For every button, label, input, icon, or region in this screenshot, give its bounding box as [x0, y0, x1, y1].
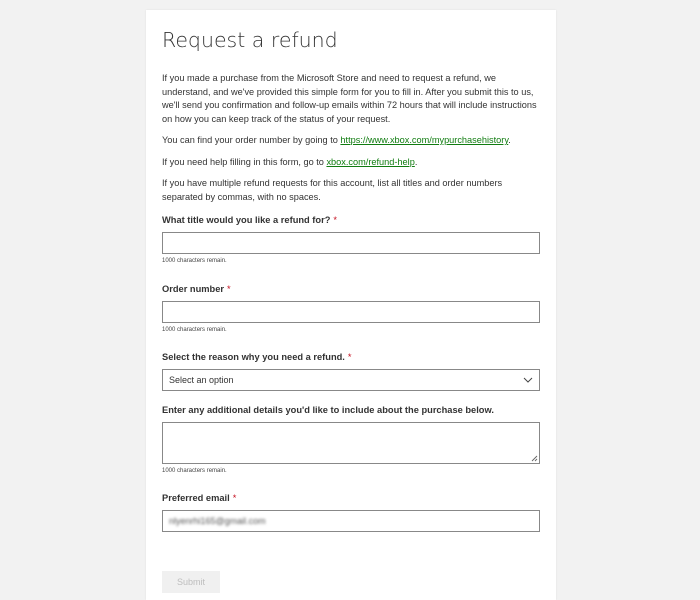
details-char-count: 1000 characters remain.	[162, 468, 227, 474]
order-number-help: You can find your order number by going …	[162, 134, 540, 148]
required-asterisk: *	[232, 493, 237, 503]
resize-grip-icon[interactable]	[531, 455, 538, 462]
order-number-label-text: Order number	[162, 284, 224, 294]
reason-label-text: Select the reason why you need a refund.	[162, 352, 345, 362]
title-field-label: What title would you like a refund for? *	[162, 214, 540, 226]
refund-help-link[interactable]: xbox.com/refund-help	[326, 157, 414, 167]
submit-button[interactable]: Submit	[162, 571, 220, 593]
details-label: Enter any additional details you'd like …	[162, 405, 494, 415]
email-label: Preferred email *	[162, 492, 540, 504]
title-char-count: 1000 characters remain.	[162, 258, 227, 264]
required-asterisk: *	[227, 284, 231, 294]
email-input[interactable]: nlyenrhi165@gmail.com	[162, 510, 540, 532]
order-help-prefix: You can find your order number by going …	[162, 135, 341, 145]
details-textarea-wrapper	[162, 422, 540, 464]
title-field-label-text: What title would you like a refund for?	[162, 215, 331, 225]
refund-form-card: Request a refund If you made a purchase …	[146, 10, 556, 600]
order-help-suffix: .	[508, 135, 511, 145]
purchase-history-link[interactable]: https://www.xbox.com/mypurchasehistory	[340, 135, 508, 145]
page-title: Request a refund	[162, 28, 338, 52]
reason-select[interactable]: Select an option	[162, 369, 540, 391]
order-char-count: 1000 characters remain.	[162, 327, 227, 333]
multiple-requests-note: If you have multiple refund requests for…	[162, 178, 503, 202]
required-asterisk: *	[333, 215, 338, 225]
reason-selected-value: Select an option	[169, 375, 234, 385]
reason-label: Select the reason why you need a refund.…	[162, 351, 540, 363]
email-value: nlyenrhi165@gmail.com	[169, 516, 266, 526]
intro-paragraph: If you made a purchase from the Microsof…	[162, 73, 537, 124]
details-textarea[interactable]	[162, 422, 540, 464]
required-asterisk: *	[347, 352, 352, 362]
refund-help-paragraph: If you need help filling in this form, g…	[162, 156, 540, 170]
order-number-input[interactable]	[162, 301, 540, 323]
title-input[interactable]	[162, 232, 540, 254]
refund-help-suffix: .	[414, 156, 418, 167]
email-label-text: Preferred email	[162, 493, 230, 503]
chevron-down-icon	[523, 377, 533, 383]
order-number-label: Order number *	[162, 283, 540, 295]
refund-help-prefix: If you need help filling in this form, g…	[162, 156, 327, 167]
